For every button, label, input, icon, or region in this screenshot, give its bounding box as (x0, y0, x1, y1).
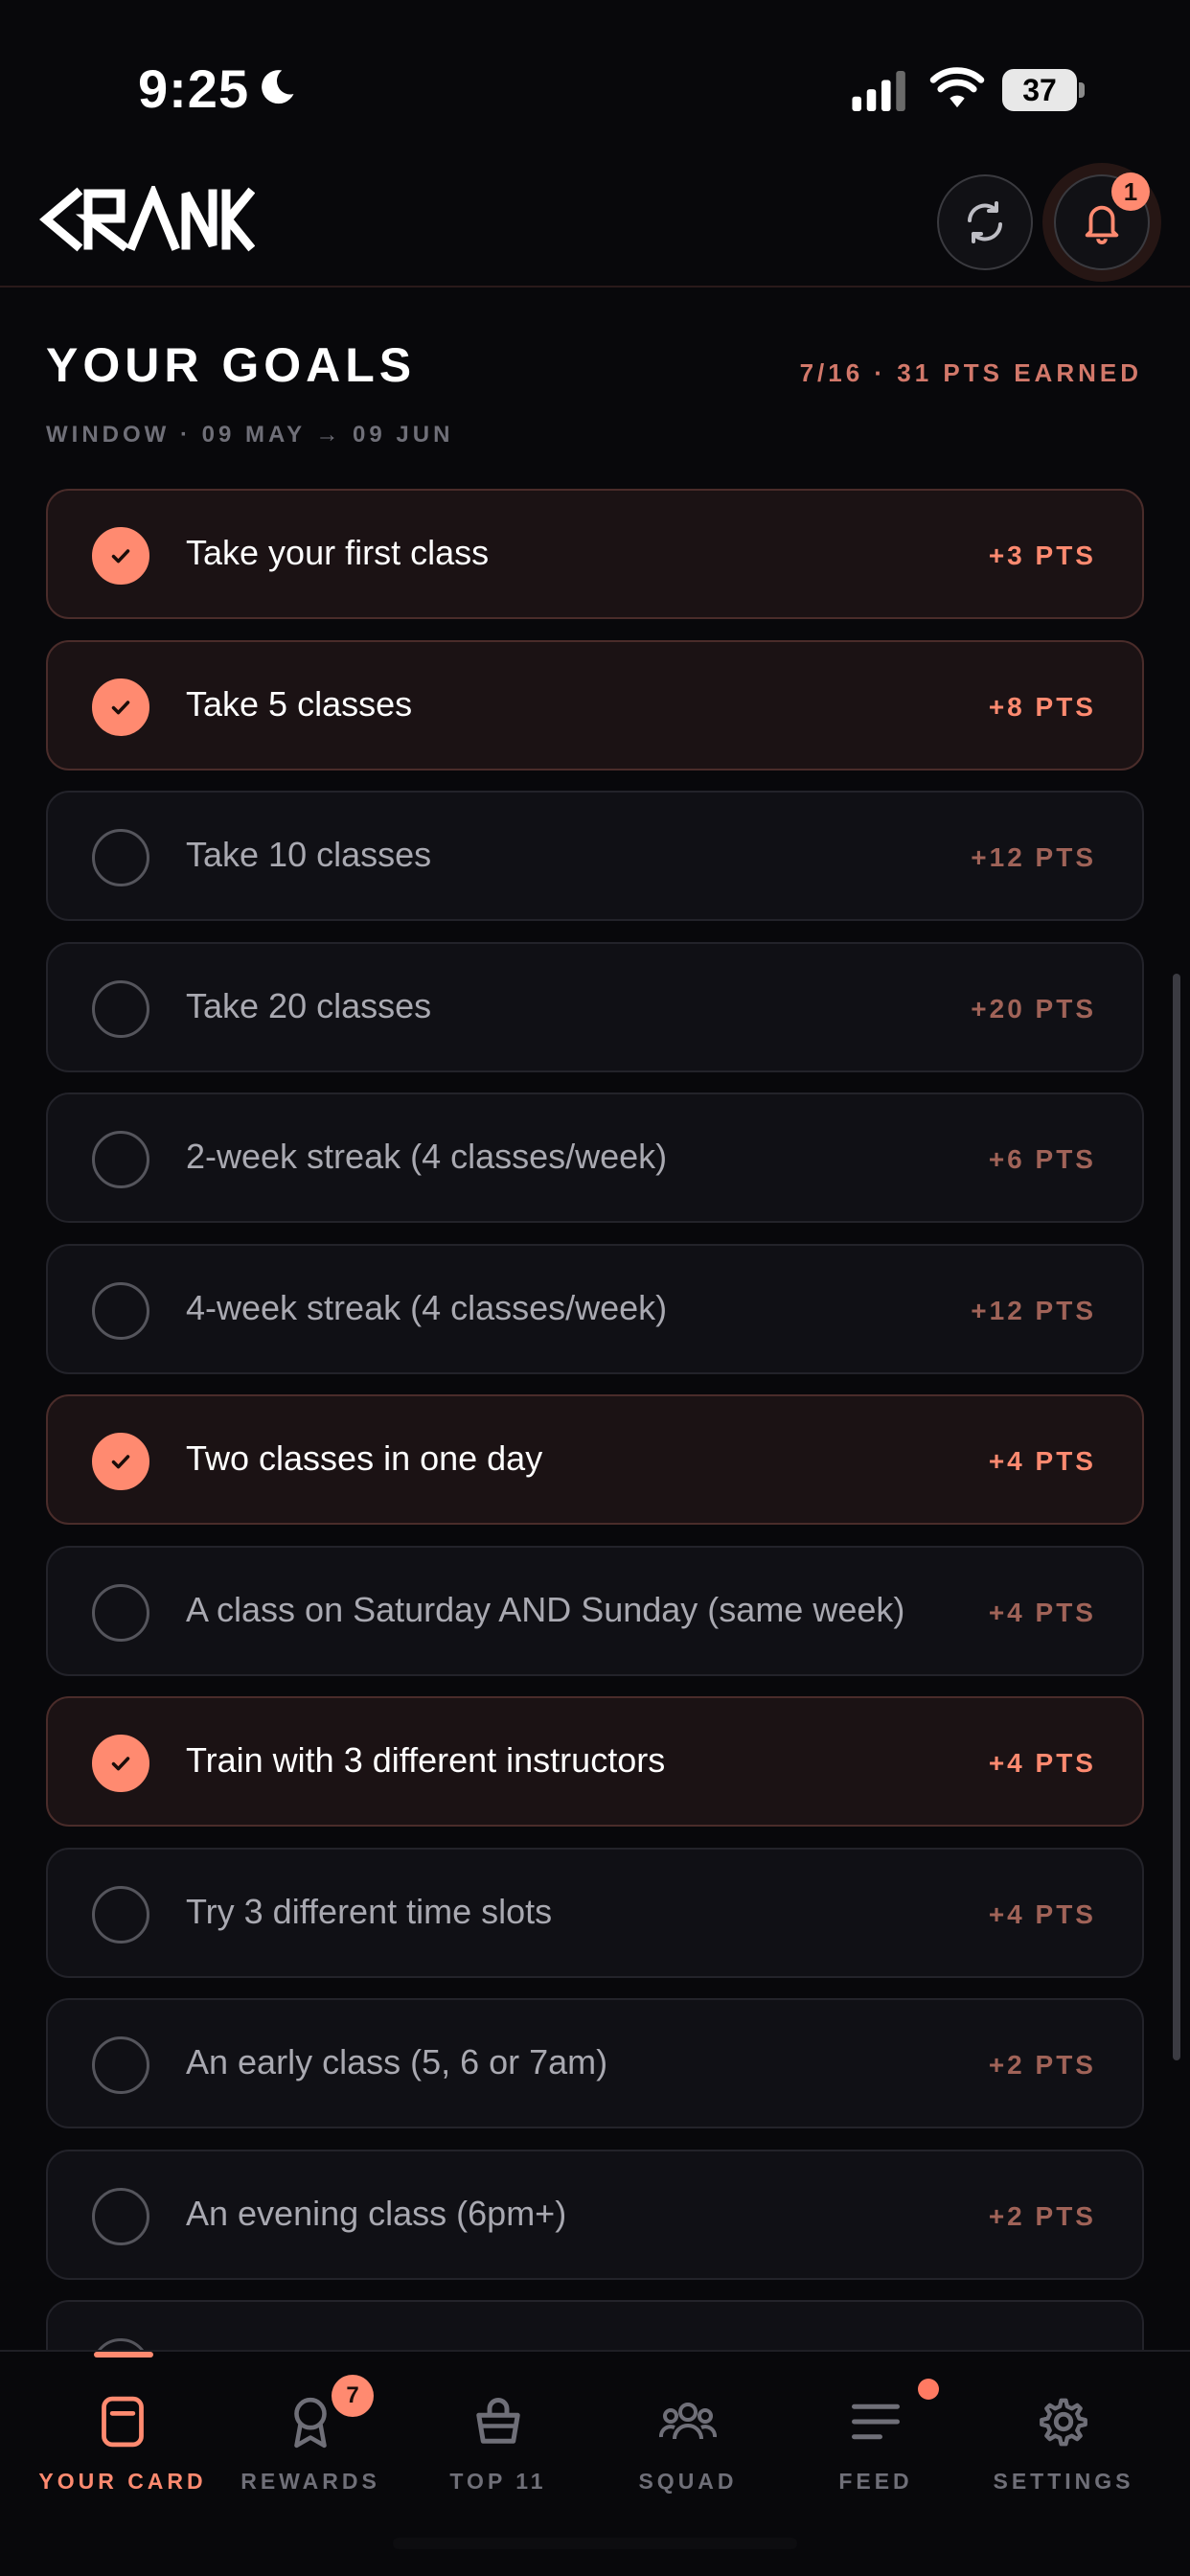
gear-icon (1030, 2388, 1097, 2455)
goal-points: +4 PTS (988, 1748, 1096, 1778)
nav-label: REWARDS (240, 2469, 380, 2494)
goal-label: 4-week streak (4 classes/week) (186, 1288, 668, 1327)
goal-label: Train with 3 different instructors (186, 1740, 666, 1780)
bell-icon (1085, 205, 1119, 244)
page-title: YOUR GOALS (46, 338, 417, 392)
goal-unchecked-icon (92, 2338, 149, 2350)
goal-label: A class on Saturday AND Sunday (same wee… (186, 1590, 905, 1629)
feed-icon (842, 2388, 909, 2455)
goal-checked-icon (92, 1735, 149, 1792)
cellular-signal-icon (852, 71, 905, 111)
goal-card[interactable]: An early class (5, 6 or 7am) +2 PTS (46, 1998, 1144, 2128)
goal-points: +12 PTS (971, 842, 1096, 872)
goal-unchecked-icon (92, 2188, 149, 2245)
goal-unchecked-icon (92, 1282, 149, 1340)
notification-badge: 1 (1111, 172, 1150, 211)
goal-label: An evening class (6pm+) (186, 2194, 567, 2233)
moon-icon (262, 70, 294, 104)
goal-points: +4 PTS (988, 1446, 1096, 1476)
goal-label: 2-week streak (4 classes/week) (186, 1137, 668, 1176)
goal-card[interactable]: A class on Saturday AND Sunday (same wee… (46, 1546, 1144, 1676)
goal-checked-icon (92, 527, 149, 585)
goal-unchecked-icon (92, 829, 149, 886)
wifi-icon (929, 67, 985, 108)
goal-points: +2 PTS (988, 2201, 1096, 2231)
nav-label: SETTINGS (993, 2469, 1134, 2494)
goal-points: +12 PTS (971, 1296, 1096, 1325)
rewards-badge: 7 (332, 2375, 374, 2417)
goal-points: +20 PTS (971, 994, 1096, 1024)
goals-window: WINDOW · 09 MAY → 09 JUN (46, 422, 454, 448)
battery-nub (1079, 82, 1085, 98)
goal-card[interactable]: Try 3 different time slots +4 PTS (46, 1848, 1144, 1978)
goal-card[interactable]: 2-week streak (4 classes/week) +6 PTS (46, 1092, 1144, 1223)
feed-unread-dot (918, 2379, 939, 2400)
nav-label: YOUR CARD (38, 2469, 207, 2494)
home-indicator (393, 2538, 797, 2549)
goal-points: +4 PTS (988, 1598, 1096, 1627)
goal-unchecked-icon (92, 980, 149, 1038)
goal-card[interactable]: Two classes in one day +4 PTS (46, 1394, 1144, 1525)
refresh-button[interactable] (937, 174, 1033, 270)
goals-summary: 7/16 · 31 PTS EARNED (799, 358, 1142, 387)
goal-points: +3 PTS (988, 540, 1096, 570)
nav-rewards[interactable]: REWARDS (217, 2352, 404, 2543)
nav-settings[interactable]: SETTINGS (970, 2352, 1157, 2543)
goal-label: Take 20 classes (186, 986, 432, 1025)
refresh-icon (968, 201, 1002, 243)
goal-label: Take your first class (186, 533, 490, 572)
goal-checked-icon (92, 1433, 149, 1490)
nav-label: FEED (838, 2469, 913, 2494)
goal-card[interactable]: 4-week streak (4 classes/week) +12 PTS (46, 1244, 1144, 1374)
scrollbar[interactable] (1173, 974, 1180, 2060)
battery-indicator: 37 (1002, 69, 1085, 111)
app-header: 1 (0, 153, 1190, 288)
nav-your-card[interactable]: YOUR CARD (29, 2352, 217, 2543)
group-icon (654, 2388, 721, 2455)
goal-points: +2 PTS (988, 2050, 1096, 2080)
nav-squad[interactable]: SQUAD (594, 2352, 782, 2543)
goal-checked-icon (92, 678, 149, 736)
goal-unchecked-icon (92, 1886, 149, 1944)
goal-card[interactable]: Train with 3 different instructors +4 PTS (46, 1696, 1144, 1827)
status-bar: 9:25 37 (0, 0, 1190, 153)
battery-level: 37 (1002, 69, 1077, 111)
goal-card[interactable]: Take your first class +3 PTS (46, 489, 1144, 619)
goal-label: Try 3 different time slots (186, 1892, 553, 1931)
card-icon (89, 2388, 156, 2455)
goal-points: +6 PTS (988, 1144, 1096, 1174)
goal-unchecked-icon (92, 1584, 149, 1642)
goal-card-partial[interactable] (46, 2300, 1144, 2350)
goal-card[interactable]: Take 5 classes +8 PTS (46, 640, 1144, 770)
goal-label: Take 10 classes (186, 835, 432, 874)
goal-points: +8 PTS (988, 692, 1096, 722)
goal-card[interactable]: An evening class (6pm+) +2 PTS (46, 2150, 1144, 2280)
nav-label: SQUAD (638, 2469, 738, 2494)
basket-icon (465, 2388, 532, 2455)
goal-list: Take your first class +3 PTS Take 5 classe… (46, 489, 1144, 2350)
status-time: 9:25 (138, 58, 250, 119)
goal-label: Two classes in one day (186, 1438, 543, 1478)
nav-feed[interactable]: FEED (782, 2352, 970, 2543)
crank-logo (39, 186, 255, 252)
nav-label: TOP 11 (449, 2469, 547, 2494)
goal-points: +4 PTS (988, 1899, 1096, 1929)
goal-label: An early class (5, 6 or 7am) (186, 2042, 608, 2082)
goal-card[interactable]: Take 20 classes +20 PTS (46, 942, 1144, 1072)
goal-card[interactable]: Take 10 classes +12 PTS (46, 791, 1144, 921)
nav-top-11[interactable]: TOP 11 (404, 2352, 592, 2543)
goal-label: Take 5 classes (186, 684, 413, 724)
goal-unchecked-icon (92, 1131, 149, 1188)
goal-unchecked-icon (92, 2036, 149, 2094)
